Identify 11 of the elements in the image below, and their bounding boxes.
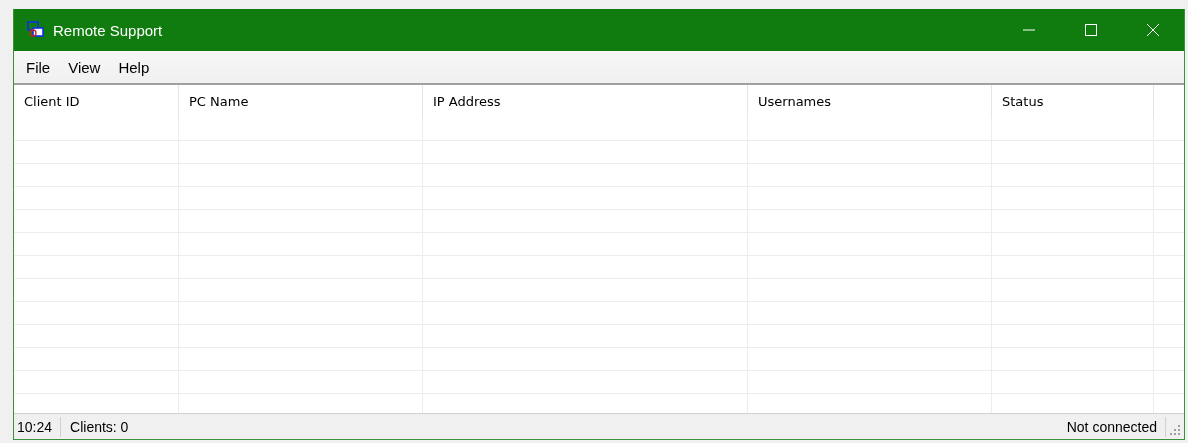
- monitors-icon: [27, 21, 45, 39]
- close-icon: [1147, 24, 1159, 36]
- menu-item[interactable]: Help: [109, 54, 159, 80]
- menu-item[interactable]: File: [17, 54, 60, 80]
- connection-status: Not connected: [1065, 418, 1158, 435]
- time-label: 10:24: [16, 418, 54, 435]
- resize-grip-icon[interactable]: [1169, 424, 1181, 436]
- clients-count: Clients: 0: [69, 418, 130, 435]
- maximize-icon: [1085, 24, 1097, 36]
- window-title: Remote Support: [53, 21, 164, 39]
- menu-item[interactable]: View: [59, 54, 110, 80]
